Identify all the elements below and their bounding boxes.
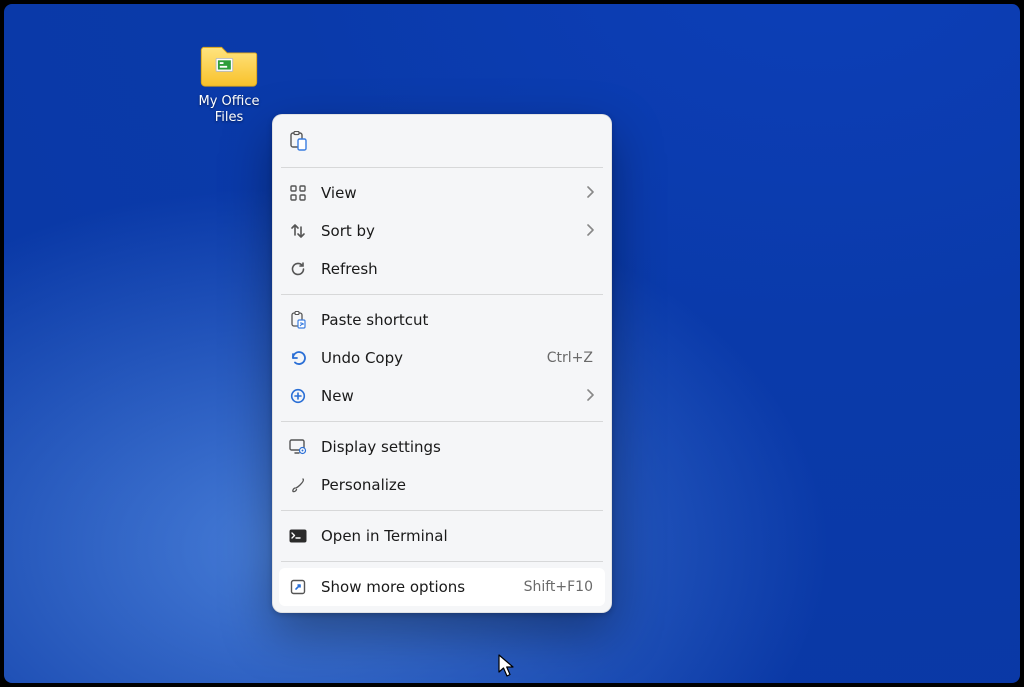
menu-item-label: View xyxy=(309,184,585,202)
undo-icon xyxy=(287,350,309,366)
menu-item-personalize[interactable]: Personalize xyxy=(279,466,605,504)
sort-icon xyxy=(287,223,309,239)
menu-separator xyxy=(281,167,603,168)
menu-separator xyxy=(281,510,603,511)
menu-item-display-settings[interactable]: Display settings xyxy=(279,428,605,466)
chevron-right-icon xyxy=(585,387,597,405)
terminal-icon xyxy=(287,529,309,543)
paste-shortcut-icon xyxy=(287,311,309,329)
menu-item-view[interactable]: View xyxy=(279,174,605,212)
menu-item-label: Display settings xyxy=(309,438,597,456)
menu-item-label: New xyxy=(309,387,585,405)
menu-item-label: Paste shortcut xyxy=(309,311,597,329)
menu-item-shortcut: Ctrl+Z xyxy=(547,350,597,366)
mouse-cursor-icon xyxy=(498,654,516,678)
menu-item-paste-shortcut[interactable]: Paste shortcut xyxy=(279,301,605,339)
menu-item-label: Refresh xyxy=(309,260,597,278)
menu-item-refresh[interactable]: Refresh xyxy=(279,250,605,288)
refresh-icon xyxy=(287,261,309,277)
desktop-context-menu: View Sort by Refresh Paste s xyxy=(272,114,612,613)
menu-item-show-more-options[interactable]: Show more options Shift+F10 xyxy=(279,568,605,606)
desktop-wallpaper[interactable]: My Office Files View Sort by xyxy=(4,4,1020,683)
desktop-folder-my-office-files[interactable]: My Office Files xyxy=(184,40,274,126)
menu-item-sort-by[interactable]: Sort by xyxy=(279,212,605,250)
menu-item-open-terminal[interactable]: Open in Terminal xyxy=(279,517,605,555)
menu-separator xyxy=(281,294,603,295)
plus-circle-icon xyxy=(287,388,309,404)
desktop-folder-label: My Office Files xyxy=(184,94,274,126)
menu-item-label: Sort by xyxy=(309,222,585,240)
chevron-right-icon xyxy=(585,184,597,202)
folder-icon xyxy=(199,40,259,88)
menu-item-shortcut: Shift+F10 xyxy=(524,579,597,595)
chevron-right-icon xyxy=(585,222,597,240)
menu-separator xyxy=(281,561,603,562)
grid-icon xyxy=(287,185,309,201)
paste-icon[interactable] xyxy=(287,131,309,151)
menu-item-label: Show more options xyxy=(309,578,524,596)
display-settings-icon xyxy=(287,439,309,455)
paintbrush-icon xyxy=(287,477,309,493)
menu-item-label: Open in Terminal xyxy=(309,527,597,545)
expand-icon xyxy=(287,579,309,595)
menu-item-new[interactable]: New xyxy=(279,377,605,415)
menu-item-label: Personalize xyxy=(309,476,597,494)
menu-toolbar xyxy=(279,121,605,161)
menu-item-label: Undo Copy xyxy=(309,349,547,367)
menu-separator xyxy=(281,421,603,422)
menu-item-undo-copy[interactable]: Undo Copy Ctrl+Z xyxy=(279,339,605,377)
